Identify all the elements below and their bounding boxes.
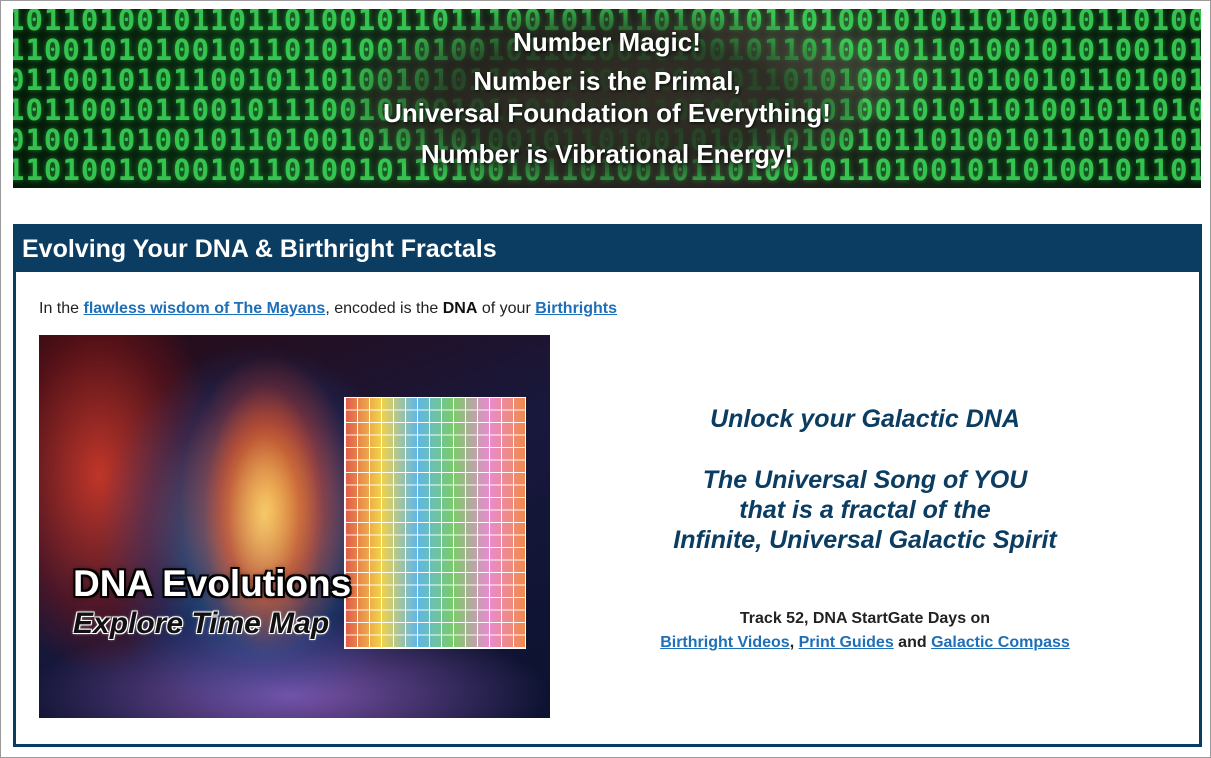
track-text: Track 52, DNA StartGate Days on Birthrig… [536,607,1194,655]
panel-title: Evolving Your DNA & Birthright Fractals [16,227,1199,272]
mayans-wisdom-link[interactable]: flawless wisdom of The Mayans [83,300,325,317]
tagline-line-4: Infinite, Universal Galactic Spirit [673,526,1057,554]
birthrights-link[interactable]: Birthrights [535,300,617,317]
dna-panel: Evolving Your DNA & Birthright Fractals … [13,224,1202,747]
time-map-grid-image [344,397,526,649]
tagline-line-2: The Universal Song of YOU [702,466,1028,494]
birthright-videos-link[interactable]: Birthright Videos [660,634,790,651]
galactic-compass-link[interactable]: Galactic Compass [931,634,1070,651]
image-subtitle: Explore Time Map [73,607,330,640]
intro-suffix: of your [477,300,536,317]
banner-line-3: Universal Foundation of Everything! [383,98,831,128]
track-line: Track 52, DNA StartGate Days on [739,610,991,627]
header-banner: 1011010010110110100101101110010101101001… [13,9,1201,188]
banner-line-4: Number is Vibrational Energy! [420,139,794,169]
print-guides-link[interactable]: Print Guides [799,634,894,651]
image-title: DNA Evolutions [73,563,352,604]
intro-text: In the flawless wisdom of The Mayans, en… [39,300,617,318]
intro-middle: , encoded is the [325,300,443,317]
dna-evolutions-image[interactable]: DNA Evolutions Explore Time Map [39,335,550,718]
intro-bold-dna: DNA [442,300,478,317]
banner-line-1: Number Magic! [513,27,701,57]
tagline-line-3: that is a fractal of the [739,496,991,524]
track-links: Birthright Videos, Print Guides and Gala… [536,631,1194,655]
tagline-line-1: Unlock your Galactic DNA [710,405,1020,433]
track-separator: and [893,634,932,651]
banner-line-2: Number is the Primal, [473,66,741,96]
track-separator: , [789,634,795,651]
intro-prefix: In the [39,300,84,317]
